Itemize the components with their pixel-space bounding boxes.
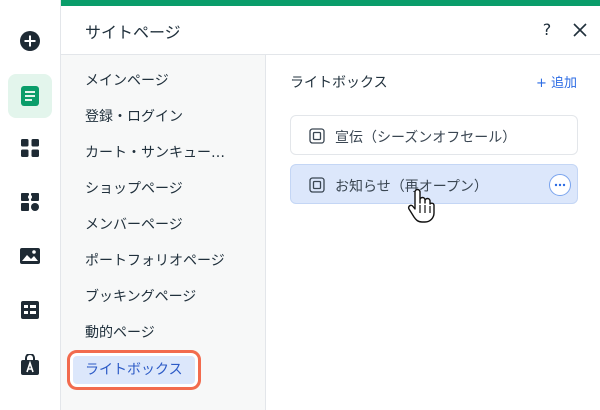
apps-icon[interactable] bbox=[8, 126, 52, 170]
category-member-pages[interactable]: メンバーページ bbox=[73, 211, 195, 239]
panel-title: サイトページ bbox=[85, 23, 181, 42]
category-booking-pages[interactable]: ブッキングページ bbox=[73, 283, 208, 311]
page-item-label: 宣伝（シーズンオフセール） bbox=[335, 130, 517, 146]
category-shop-pages[interactable]: ショップページ bbox=[73, 175, 195, 203]
help-button[interactable]: ? bbox=[537, 18, 557, 42]
category-portfolio-pages[interactable]: ポートフォリオページ bbox=[73, 247, 237, 275]
category-cart-thankyou[interactable]: カート・サンキュー… bbox=[73, 139, 237, 167]
page-item[interactable]: 宣伝（シーズンオフセール） bbox=[290, 115, 578, 155]
media-icon[interactable] bbox=[8, 234, 52, 278]
category-signup-login[interactable]: 登録・ログイン bbox=[73, 103, 195, 131]
lightbox-icon bbox=[309, 128, 325, 144]
close-icon[interactable] bbox=[569, 18, 591, 42]
app-market-icon[interactable] bbox=[8, 343, 52, 387]
section-title: ライトボックス bbox=[290, 75, 388, 91]
pages-icon[interactable] bbox=[8, 74, 52, 118]
category-lightboxes[interactable]: ライトボックス bbox=[73, 356, 195, 384]
lightbox-pages-area: ライトボックス + 追加 宣伝（シーズンオフセール） お知らせ（再オープン） bbox=[266, 55, 600, 410]
category-main-pages[interactable]: メインページ bbox=[73, 67, 181, 95]
puzzle-icon[interactable] bbox=[8, 180, 52, 224]
panel-header: サイトページ ? bbox=[61, 6, 600, 55]
hand-cursor-icon bbox=[407, 189, 435, 223]
cms-icon[interactable] bbox=[8, 288, 52, 332]
add-icon[interactable] bbox=[8, 19, 52, 63]
left-rail bbox=[0, 0, 61, 410]
more-actions-icon[interactable] bbox=[549, 174, 571, 196]
category-dynamic-pages[interactable]: 動的ページ bbox=[73, 319, 167, 347]
site-pages-panel: サイトページ ? メインページ 登録・ログイン カート・サンキュー… ショップペ… bbox=[61, 0, 600, 410]
add-lightbox-button[interactable]: + 追加 bbox=[536, 72, 577, 91]
page-category-list: メインページ 登録・ログイン カート・サンキュー… ショップページ メンバーペー… bbox=[61, 55, 266, 410]
lightbox-icon bbox=[309, 177, 325, 193]
